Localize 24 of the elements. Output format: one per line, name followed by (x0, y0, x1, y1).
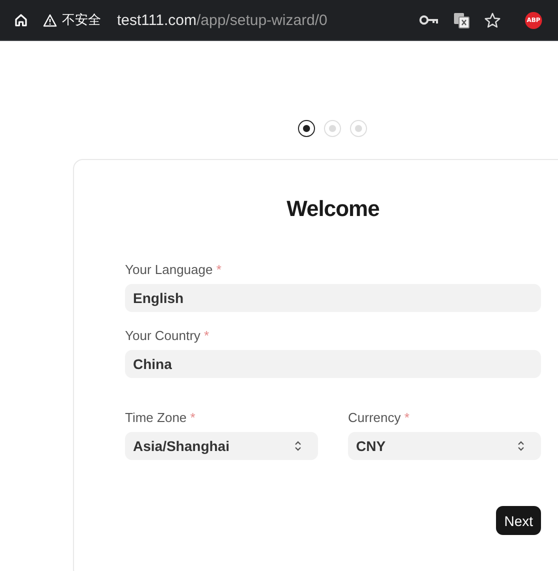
field-label: Your Country (125, 328, 200, 343)
address-url[interactable]: test111.com/app/setup-wizard/0 (117, 12, 328, 28)
star-icon[interactable] (484, 12, 501, 28)
required-mark: * (190, 410, 196, 425)
warning-icon (43, 14, 57, 26)
input-field[interactable]: China (125, 350, 541, 378)
input-field[interactable]: English (125, 284, 541, 312)
step-indicator[interactable] (298, 120, 314, 137)
field-label: Currency (348, 410, 401, 425)
chevron-icon (517, 440, 525, 452)
field-label: Your Language (125, 262, 213, 277)
required-mark: * (404, 410, 410, 425)
page-title: Welcome (286, 196, 380, 222)
security-warning[interactable]: 不安全 (62, 11, 101, 29)
select-field[interactable]: CNY (348, 432, 541, 460)
translate-icon[interactable] (453, 12, 470, 28)
field-label: Time Zone (125, 410, 187, 425)
chevron-icon (294, 440, 302, 452)
select-field[interactable]: Asia/Shanghai (125, 432, 318, 460)
home-icon[interactable] (13, 12, 29, 28)
key-icon[interactable] (419, 14, 439, 26)
required-mark: * (204, 328, 210, 343)
next-button[interactable]: Next (496, 506, 541, 535)
required-mark: * (216, 262, 222, 277)
